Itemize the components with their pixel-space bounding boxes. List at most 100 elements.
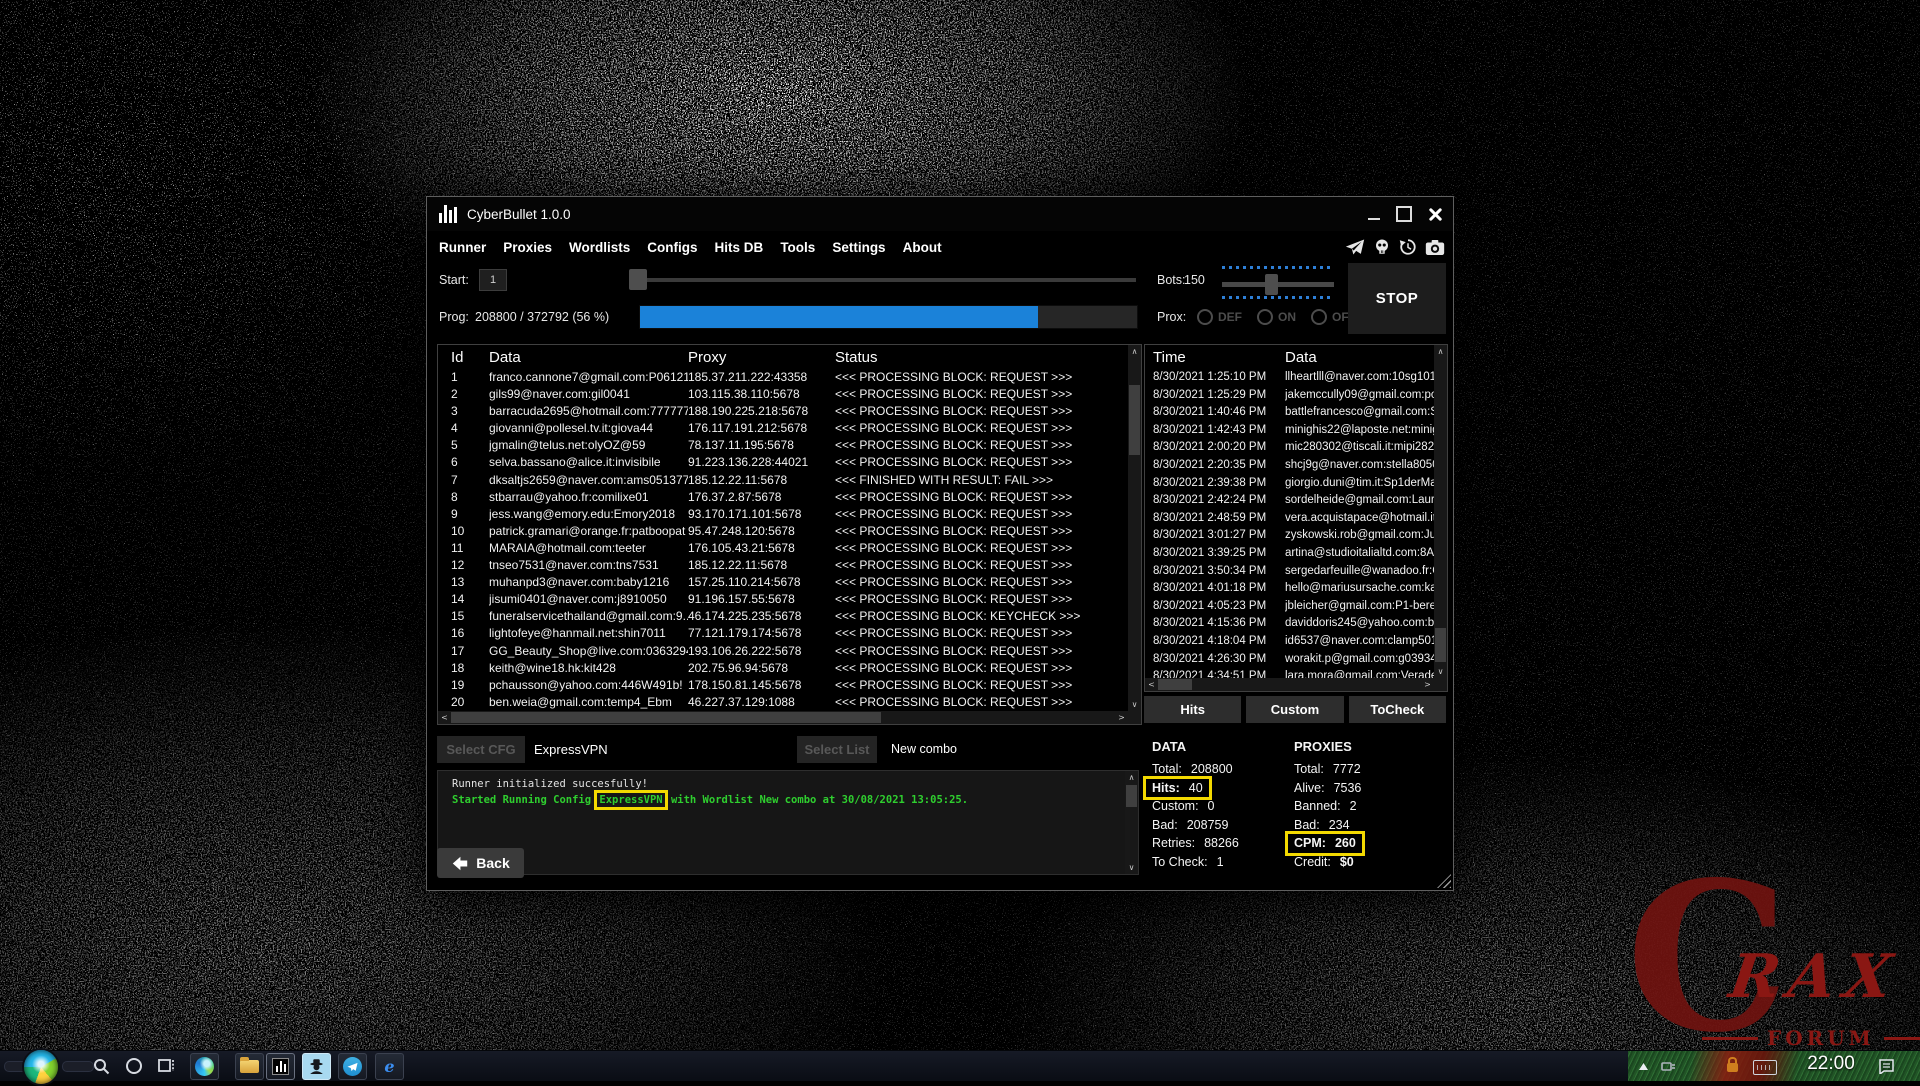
table-row[interactable]: 6selva.bassano@alice.it:invisibile91.223… bbox=[438, 454, 1128, 471]
start-input[interactable]: 1 bbox=[479, 269, 507, 291]
table-row[interactable]: 11MARAIA@hotmail.com:teeter176.105.43.21… bbox=[438, 540, 1128, 557]
minimize-button[interactable] bbox=[1368, 218, 1380, 220]
search-icon[interactable] bbox=[93, 1058, 110, 1075]
stop-button[interactable]: STOP bbox=[1348, 263, 1446, 334]
tray-lock-icon[interactable] bbox=[1727, 1063, 1738, 1072]
table-row[interactable]: 15funeralservicethailand@gmail.com:9...4… bbox=[438, 608, 1128, 625]
results-hscrollbar[interactable]: < > bbox=[438, 711, 1128, 724]
table-row[interactable]: 2gils99@naver.com:gil0041103.115.38.110:… bbox=[438, 386, 1128, 403]
history-icon[interactable] bbox=[1399, 238, 1417, 256]
hit-row[interactable]: 8/30/2021 3:50:34 PMsergedarfeuille@wana… bbox=[1145, 563, 1434, 581]
menu-item-proxies[interactable]: Proxies bbox=[503, 240, 552, 255]
table-row[interactable]: 16lightofeye@hanmail.net:shin701177.121.… bbox=[438, 625, 1128, 642]
prox-option-def[interactable]: DEF bbox=[1197, 309, 1242, 325]
log-vscrollbar[interactable]: ∧ ∨ bbox=[1125, 771, 1138, 874]
table-row[interactable]: 4giovanni@pollesel.tv.it:giova44176.117.… bbox=[438, 420, 1128, 437]
hit-row[interactable]: 8/30/2021 4:05:23 PMjbleicher@gmail.com:… bbox=[1145, 598, 1434, 616]
table-row[interactable]: 10patrick.gramari@orange.fr:patboopat95.… bbox=[438, 523, 1128, 540]
table-row[interactable]: 5jgmalin@telus.net:olyOZ@5978.137.11.195… bbox=[438, 437, 1128, 454]
results-vscroll-thumb[interactable] bbox=[1129, 385, 1140, 455]
hits-vscroll-thumb[interactable] bbox=[1435, 628, 1446, 662]
hit-row[interactable]: 8/30/2021 4:15:36 PMdaviddoris245@yahoo.… bbox=[1145, 615, 1434, 633]
table-row[interactable]: 7dksaltjs2659@naver.com:ams051377185.12.… bbox=[438, 472, 1128, 489]
cyberbullet-taskbar-icon[interactable] bbox=[266, 1053, 295, 1080]
title-bar[interactable]: CyberBullet 1.0.0 bbox=[427, 197, 1453, 231]
hit-row[interactable]: 8/30/2021 1:25:29 PMjakemccully09@gmail.… bbox=[1145, 387, 1434, 405]
hit-row[interactable]: 8/30/2021 4:01:18 PMhello@mariusursache.… bbox=[1145, 580, 1434, 598]
hit-row[interactable]: 8/30/2021 4:34:51 PMlara.mora@gmail.com:… bbox=[1145, 668, 1434, 678]
bots-slider-track[interactable] bbox=[1222, 282, 1334, 287]
table-row[interactable]: 14jisumi0401@naver.com:j891005091.196.15… bbox=[438, 591, 1128, 608]
camera-icon[interactable] bbox=[1425, 239, 1445, 256]
log-vscroll-thumb[interactable] bbox=[1126, 785, 1137, 807]
maximize-button[interactable] bbox=[1396, 206, 1412, 222]
close-button[interactable] bbox=[1428, 207, 1443, 222]
scroll-up-icon[interactable]: ∧ bbox=[1125, 771, 1138, 784]
scroll-down-icon[interactable]: ∨ bbox=[1128, 698, 1141, 711]
back-button[interactable]: Back bbox=[437, 848, 524, 878]
hit-row[interactable]: 8/30/2021 3:39:25 PMartina@studioitalial… bbox=[1145, 545, 1434, 563]
table-row[interactable]: 1franco.cannone7@gmail.com:P06121...185.… bbox=[438, 369, 1128, 386]
scroll-left-icon[interactable]: < bbox=[438, 711, 451, 724]
table-row[interactable]: 9jess.wang@emory.edu:Emory201893.170.171… bbox=[438, 506, 1128, 523]
hit-row[interactable]: 8/30/2021 1:25:10 PMllheartlll@naver.com… bbox=[1145, 369, 1434, 387]
table-row[interactable]: 19pchausson@yahoo.com:446W491b!178.150.8… bbox=[438, 677, 1128, 694]
hit-row[interactable]: 8/30/2021 3:01:27 PMzyskowski.rob@gmail.… bbox=[1145, 527, 1434, 545]
menu-item-tools[interactable]: Tools bbox=[780, 240, 815, 255]
start-slider-track[interactable] bbox=[629, 278, 1136, 282]
cortana-circle-icon[interactable] bbox=[126, 1058, 142, 1074]
menu-item-configs[interactable]: Configs bbox=[647, 240, 697, 255]
hit-row[interactable]: 8/30/2021 2:00:20 PMmic280302@tiscali.it… bbox=[1145, 439, 1434, 457]
tray-keyboard-icon[interactable] bbox=[1753, 1060, 1777, 1075]
table-row[interactable]: 17GG_Beauty_Shop@live.com:0363294...193.… bbox=[438, 643, 1128, 660]
hits-hscrollbar[interactable]: < > bbox=[1145, 678, 1434, 691]
menu-item-runner[interactable]: Runner bbox=[439, 240, 486, 255]
start-button[interactable] bbox=[22, 1048, 60, 1086]
scroll-down-icon[interactable]: ∨ bbox=[1434, 665, 1447, 678]
telegram-icon[interactable] bbox=[1345, 238, 1365, 256]
tab-tocheck[interactable]: ToCheck bbox=[1349, 696, 1446, 723]
tray-plug-icon[interactable] bbox=[1660, 1059, 1676, 1073]
scroll-right-icon[interactable]: > bbox=[1115, 711, 1128, 724]
hits-vscrollbar[interactable]: ∧ ∨ bbox=[1434, 345, 1447, 678]
edge-icon[interactable] bbox=[190, 1053, 219, 1080]
tray-expand-icon[interactable] bbox=[1637, 1060, 1650, 1072]
select-cfg-button[interactable]: Select CFG bbox=[437, 736, 525, 763]
results-hscroll-thumb[interactable] bbox=[451, 712, 881, 723]
table-row[interactable]: 8stbarrau@yahoo.fr:comilixe01176.37.2.87… bbox=[438, 489, 1128, 506]
menu-item-wordlists[interactable]: Wordlists bbox=[569, 240, 630, 255]
scroll-down-icon[interactable]: ∨ bbox=[1125, 861, 1138, 874]
emule-icon[interactable]: e bbox=[375, 1053, 404, 1080]
scroll-up-icon[interactable]: ∧ bbox=[1128, 345, 1141, 358]
hit-row[interactable]: 8/30/2021 2:42:24 PMsordelheide@gmail.co… bbox=[1145, 492, 1434, 510]
skull-icon[interactable] bbox=[1373, 238, 1391, 256]
hit-row[interactable]: 8/30/2021 4:26:30 PMworakit.p@gmail.com:… bbox=[1145, 651, 1434, 669]
tab-custom[interactable]: Custom bbox=[1246, 696, 1343, 723]
menu-item-about[interactable]: About bbox=[903, 240, 942, 255]
bots-slider-handle[interactable] bbox=[1265, 274, 1278, 295]
hits-hscroll-thumb[interactable] bbox=[1158, 679, 1192, 690]
hit-row[interactable]: 8/30/2021 2:20:35 PMshcj9g@naver.com:ste… bbox=[1145, 457, 1434, 475]
menu-item-hits-db[interactable]: Hits DB bbox=[715, 240, 764, 255]
table-row[interactable]: 20ben.weia@gmail.com:temp4_Ebm46.227.37.… bbox=[438, 694, 1128, 711]
scroll-right-icon[interactable]: > bbox=[1421, 678, 1434, 691]
table-row[interactable]: 13muhanpd3@naver.com:baby1216157.25.110.… bbox=[438, 574, 1128, 591]
telegram-taskbar-icon[interactable] bbox=[338, 1053, 367, 1080]
hit-row[interactable]: 8/30/2021 2:39:38 PMgiorgio.duni@tim.it:… bbox=[1145, 475, 1434, 493]
table-row[interactable]: 12tnseo7531@naver.com:tns7531185.12.22.1… bbox=[438, 557, 1128, 574]
notification-center-icon[interactable] bbox=[1878, 1058, 1895, 1074]
hit-row[interactable]: 8/30/2021 2:48:59 PMvera.acquistapace@ho… bbox=[1145, 510, 1434, 528]
results-vscrollbar[interactable]: ∧ ∨ bbox=[1128, 345, 1141, 711]
hit-row[interactable]: 8/30/2021 4:18:04 PMid6537@naver.com:cla… bbox=[1145, 633, 1434, 651]
scroll-up-icon[interactable]: ∧ bbox=[1434, 345, 1447, 358]
scroll-left-icon[interactable]: < bbox=[1145, 678, 1158, 691]
table-row[interactable]: 18keith@wine18.hk:kit428202.75.96.94:567… bbox=[438, 660, 1128, 677]
hit-row[interactable]: 8/30/2021 1:42:43 PMminighis22@laposte.n… bbox=[1145, 422, 1434, 440]
task-view-icon[interactable] bbox=[158, 1058, 175, 1074]
start-slider-handle[interactable] bbox=[629, 269, 647, 290]
table-row[interactable]: 3barracuda2695@hotmail.com:7777777188.19… bbox=[438, 403, 1128, 420]
tab-hits[interactable]: Hits bbox=[1144, 696, 1241, 723]
hit-row[interactable]: 8/30/2021 1:40:46 PMbattlefrancesco@gmai… bbox=[1145, 404, 1434, 422]
taskbar-clock[interactable]: 22:00 bbox=[1800, 1053, 1862, 1075]
spy-app-icon[interactable] bbox=[302, 1053, 331, 1080]
